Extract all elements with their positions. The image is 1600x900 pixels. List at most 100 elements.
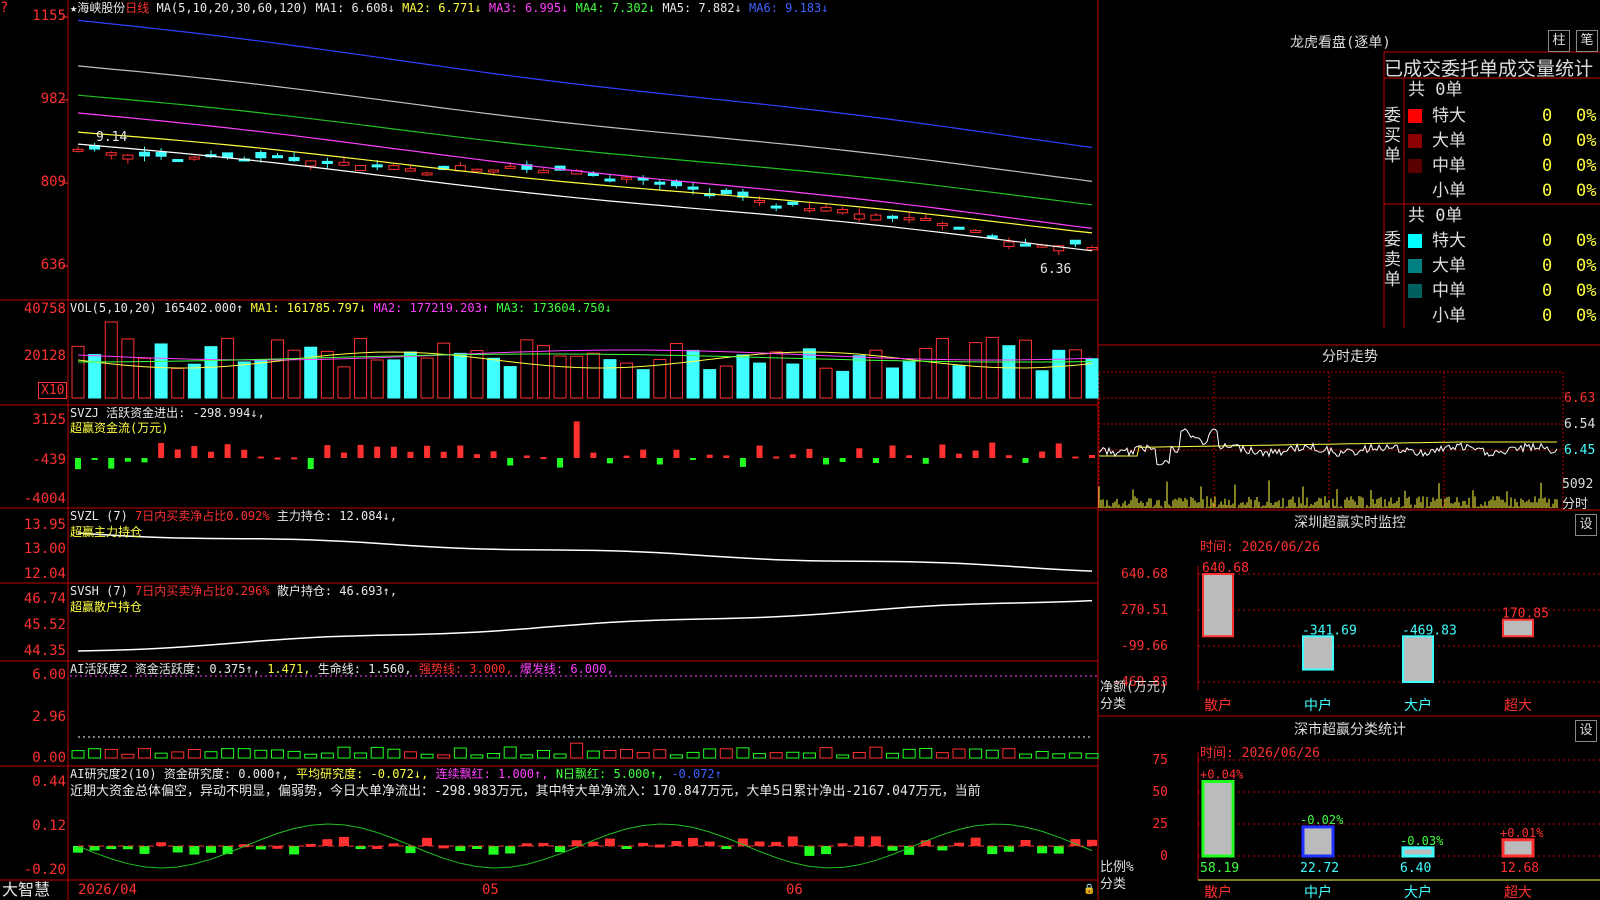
fund-flow-bar xyxy=(1072,456,1079,459)
volume-bar xyxy=(503,366,517,399)
research-bar xyxy=(588,841,599,846)
date-axis-label: 2026/04 xyxy=(78,882,138,898)
buy-swatch xyxy=(1408,134,1422,148)
fund-flow-bar xyxy=(922,458,929,464)
activity-bar xyxy=(603,749,617,759)
buy-name: 中单 xyxy=(1432,156,1466,176)
sell-count: 0 xyxy=(1542,231,1553,251)
activity-bar xyxy=(869,746,883,759)
volume-bar xyxy=(769,351,783,399)
research-bar xyxy=(505,846,516,854)
sell-swatch xyxy=(1408,309,1422,323)
candle-body xyxy=(687,186,699,190)
activity-bar xyxy=(137,748,151,759)
research-bar xyxy=(688,837,699,846)
activity-bar xyxy=(1068,752,1082,759)
sz-monitor-category: 超大 xyxy=(1504,698,1532,714)
candle-body xyxy=(122,154,134,160)
research-bar xyxy=(422,837,433,846)
volume-bar xyxy=(121,338,135,399)
vol-title[interactable]: VOL(5,10,20) xyxy=(70,301,157,315)
svsh-axis-label: 45.52 xyxy=(23,617,66,633)
candle-body xyxy=(404,168,416,172)
research-bar xyxy=(89,846,100,851)
activity-bar xyxy=(354,752,368,759)
activity-bar xyxy=(453,747,467,759)
tick-mode-button[interactable]: 笔 xyxy=(1576,30,1598,52)
sz-stats-settings-button[interactable]: 设 xyxy=(1575,720,1597,742)
ai-activity: 资金活跃度: 0.375↑, xyxy=(134,662,260,676)
buy-swatch xyxy=(1408,184,1422,198)
ma5-value: MA5: 7.882↓ xyxy=(662,1,742,15)
fund-flow-bar xyxy=(1055,443,1062,458)
main-holdings-line xyxy=(77,532,1093,572)
research-bar xyxy=(322,839,333,846)
ai-value2: 1.471, xyxy=(267,662,311,676)
research-bar xyxy=(455,846,466,852)
activity-bar xyxy=(553,753,567,759)
ma6-value: MA6: 9.183↓ xyxy=(749,1,829,15)
candle-body xyxy=(986,235,998,239)
sz-monitor-settings-button[interactable]: 设 xyxy=(1575,514,1597,536)
fund-flow-bar xyxy=(823,458,830,465)
svsh-hold: 散户持仓: 46.693↑, xyxy=(276,584,398,598)
fund-flow-bar xyxy=(889,445,896,458)
volume-bar xyxy=(171,367,185,399)
volume-bar xyxy=(736,354,750,399)
volume-bar xyxy=(420,357,434,399)
svzj-title[interactable]: SVZJ xyxy=(70,406,99,420)
activity-bar xyxy=(320,752,334,759)
buy-swatch xyxy=(1408,159,1422,173)
svsh-header: SVSH (7) 7日内买卖净占比0.296% 散户持仓: 46.693↑, xyxy=(70,583,397,599)
candle-body xyxy=(105,152,117,156)
buy-count: 0 xyxy=(1542,106,1553,126)
stock-name[interactable]: ★海峡股份 xyxy=(70,1,125,15)
buy-row: 大单 0 0% xyxy=(1408,129,1600,153)
sz-stats-xlabel: 分类 xyxy=(1100,877,1127,892)
activity-bar xyxy=(703,748,717,759)
volume-bar xyxy=(387,359,401,399)
sz-monitor-category: 中户 xyxy=(1304,697,1332,714)
research-axis-label: -0.20 xyxy=(23,862,66,878)
ai-lifeline: 生命线: 1.560, xyxy=(317,662,412,676)
svsh-title[interactable]: SVSH (7) xyxy=(70,584,128,598)
sz-monitor-category: 大户 xyxy=(1404,697,1432,714)
activity-bar xyxy=(221,748,235,759)
svzl-title[interactable]: SVZL (7) xyxy=(70,509,128,523)
sell-name: 特大 xyxy=(1432,231,1466,251)
volume-bar xyxy=(686,349,700,399)
activity-bar xyxy=(88,748,102,759)
fund-flow-bar xyxy=(590,452,597,458)
candle-body xyxy=(355,165,367,171)
activity-bar xyxy=(420,753,434,759)
research-bar xyxy=(289,846,300,855)
ai-title[interactable]: AI活跃度2 xyxy=(70,662,128,676)
period-label[interactable]: 日线 xyxy=(125,1,149,15)
candle-body xyxy=(172,159,184,163)
research-value: 资金研究度: 0.000↑, xyxy=(163,767,289,781)
chart-canvas[interactable]: 640.68 270.51 -99.66 -469.83 640.68 散户 -341.69… xyxy=(0,0,1600,900)
brand-logo[interactable]: 大智慧 xyxy=(2,880,50,900)
research-avg: 平均研究度: -0.072↓, xyxy=(296,767,429,781)
research-bar xyxy=(172,846,183,853)
research-title[interactable]: AI研究度2(10) xyxy=(70,767,157,781)
fund-flow-bar xyxy=(75,458,81,470)
fund-flow-bar xyxy=(174,449,181,458)
price-axis-label: 636 xyxy=(40,257,66,273)
buy-pct: 0% xyxy=(1576,106,1597,126)
activity-bar xyxy=(104,748,118,759)
research-bar xyxy=(970,837,981,846)
candle-body xyxy=(953,226,965,230)
sell-name: 小单 xyxy=(1432,306,1466,326)
activity-bar xyxy=(470,754,484,759)
buy-swatch xyxy=(1408,109,1422,123)
bar-mode-button[interactable]: 柱 xyxy=(1548,30,1570,52)
volume-bar xyxy=(802,348,816,399)
sz-stats-change-label: -0.03% xyxy=(1400,834,1444,848)
activity-bar xyxy=(304,753,318,759)
candle-body xyxy=(936,223,948,227)
sz-monitor-value-label: 170.85 xyxy=(1502,607,1549,622)
activity-bar xyxy=(586,750,600,759)
lock-icon[interactable]: 🔒 xyxy=(1083,884,1095,895)
fund-flow-bar xyxy=(856,448,863,458)
